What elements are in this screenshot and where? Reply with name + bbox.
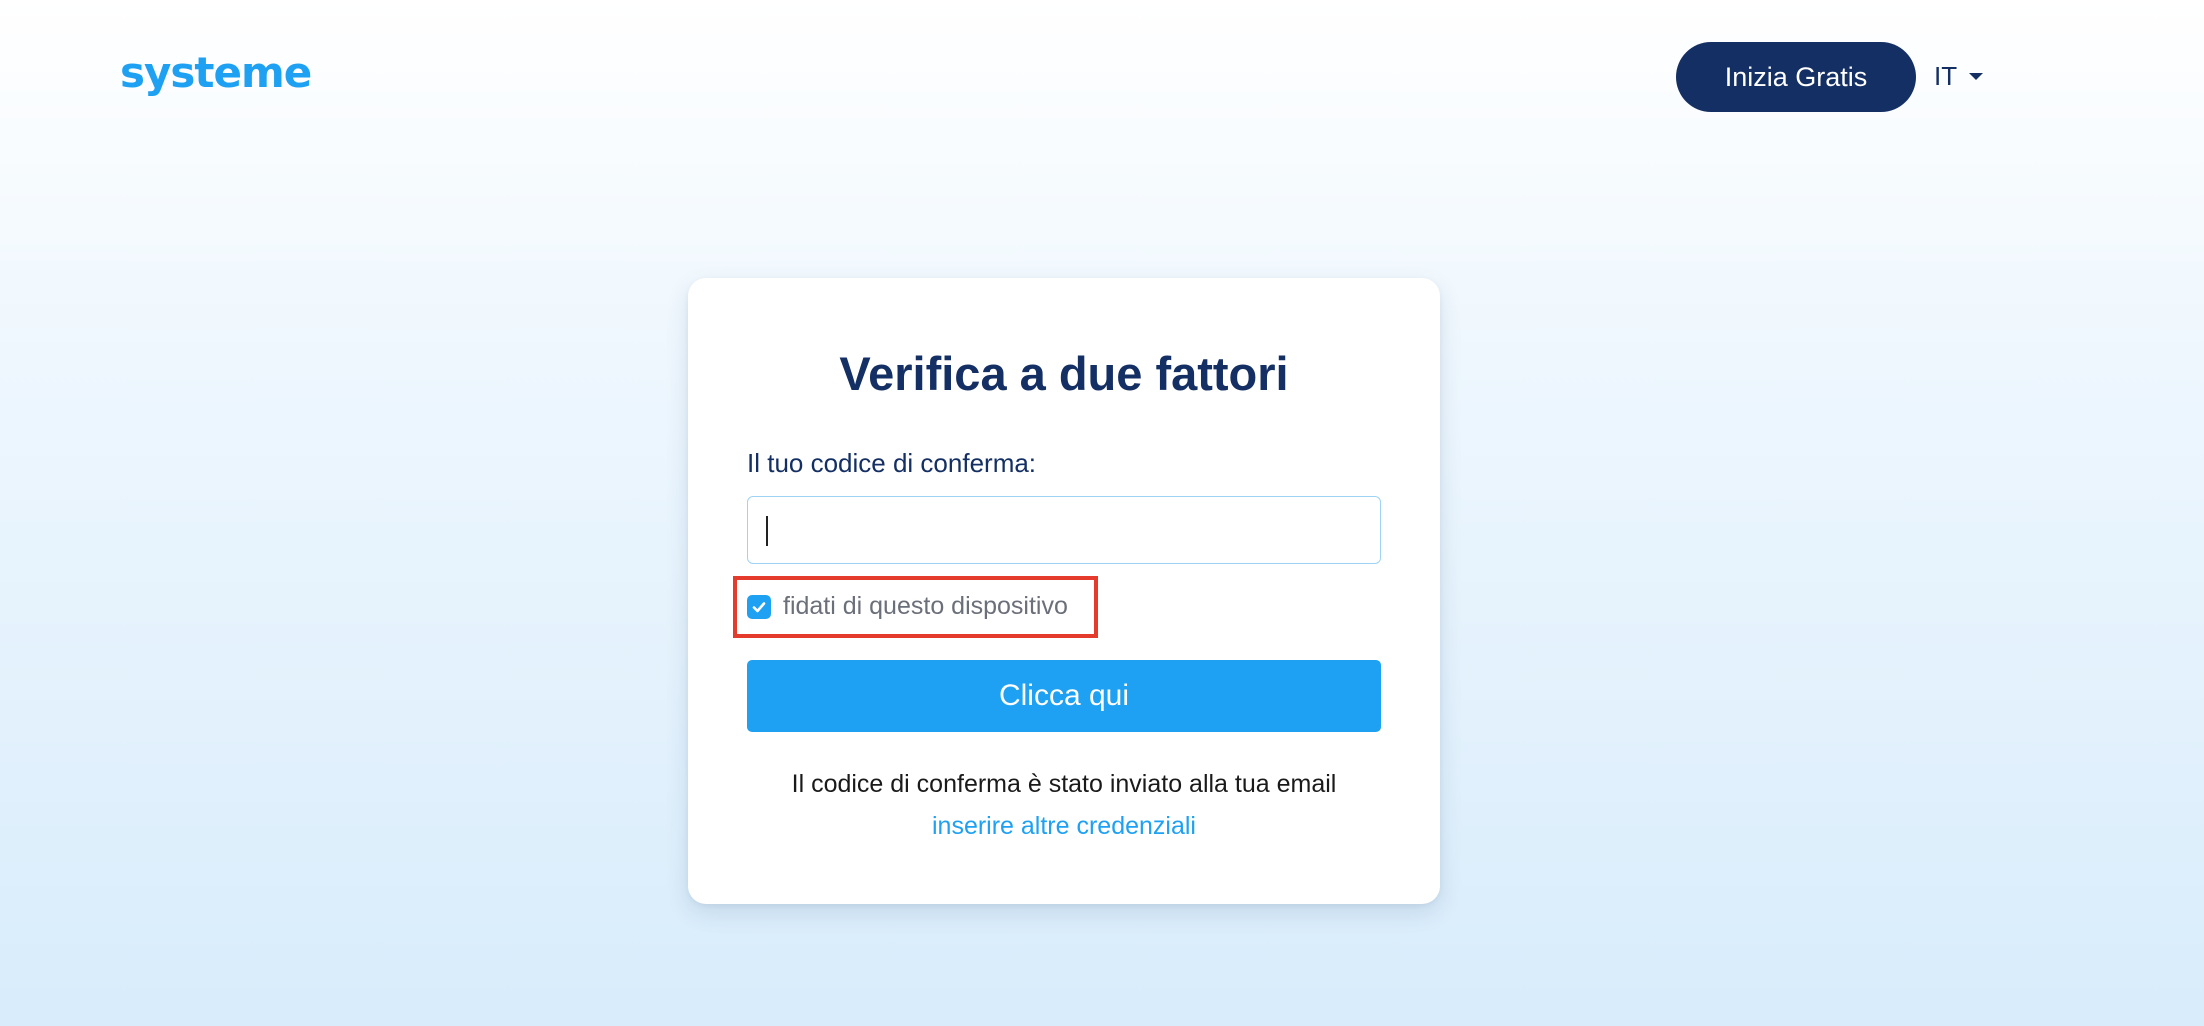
trust-device-checkbox[interactable]	[747, 595, 771, 619]
text-cursor	[766, 516, 768, 546]
systeme-logo[interactable]: systeme	[120, 48, 312, 97]
alt-credentials-link[interactable]: inserire altre credenziali	[688, 812, 1440, 841]
language-code: IT	[1934, 60, 1958, 91]
page-title: Verifica a due fattori	[839, 347, 1289, 400]
checkmark-icon	[752, 602, 766, 613]
code-field-label: Il tuo codice di conferma:	[747, 448, 1037, 478]
trust-device-label[interactable]: fidati di questo dispositivo	[783, 592, 1068, 621]
caret-down-icon	[1969, 72, 1984, 80]
start-free-button[interactable]: Inizia Gratis	[1676, 42, 1916, 112]
two-factor-card: Verifica a due fattori Il tuo codice di …	[688, 278, 1440, 904]
language-selector[interactable]: IT	[1934, 58, 1984, 94]
submit-button[interactable]: Clicca qui	[747, 660, 1381, 732]
confirmation-code-input[interactable]	[747, 496, 1381, 564]
info-text: Il codice di conferma è stato inviato al…	[791, 770, 1337, 798]
